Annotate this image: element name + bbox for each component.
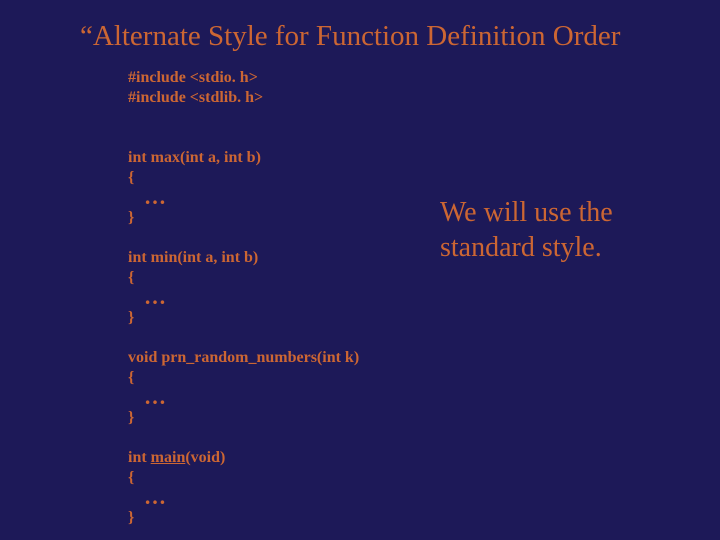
main-post: (void)	[185, 449, 225, 466]
ellipsis: …	[144, 490, 166, 503]
note-line-2: standard style.	[440, 232, 602, 263]
ellipsis: …	[144, 190, 166, 203]
brace-open: {	[128, 269, 134, 286]
include-stdio: #include <stdio. h>	[128, 69, 258, 86]
ellipsis: …	[144, 290, 166, 303]
main-int: int	[128, 449, 151, 466]
prn-signature: void prn_random_numbers(int k)	[128, 349, 359, 366]
brace-open: {	[128, 369, 134, 386]
main-name: main	[151, 449, 186, 466]
min-signature: int min(int a, int b)	[128, 249, 258, 266]
max-signature: int max(int a, int b)	[128, 149, 261, 166]
brace-close: }	[128, 209, 134, 226]
slide-title: “Alternate Style for Function Definition…	[80, 20, 680, 53]
brace-open: {	[128, 469, 134, 486]
ellipsis: …	[144, 390, 166, 403]
brace-close: }	[128, 409, 134, 426]
brace-close: }	[128, 309, 134, 326]
slide: “Alternate Style for Function Definition…	[0, 0, 720, 540]
note-line-1: We will use the	[440, 197, 613, 228]
include-stdlib: #include <stdlib. h>	[128, 89, 263, 106]
code-block: #include <stdio. h> #include <stdlib. h>…	[128, 68, 359, 528]
brace-open: {	[128, 169, 134, 186]
note-text: We will use the standard style.	[440, 195, 690, 265]
brace-close: }	[128, 509, 134, 526]
